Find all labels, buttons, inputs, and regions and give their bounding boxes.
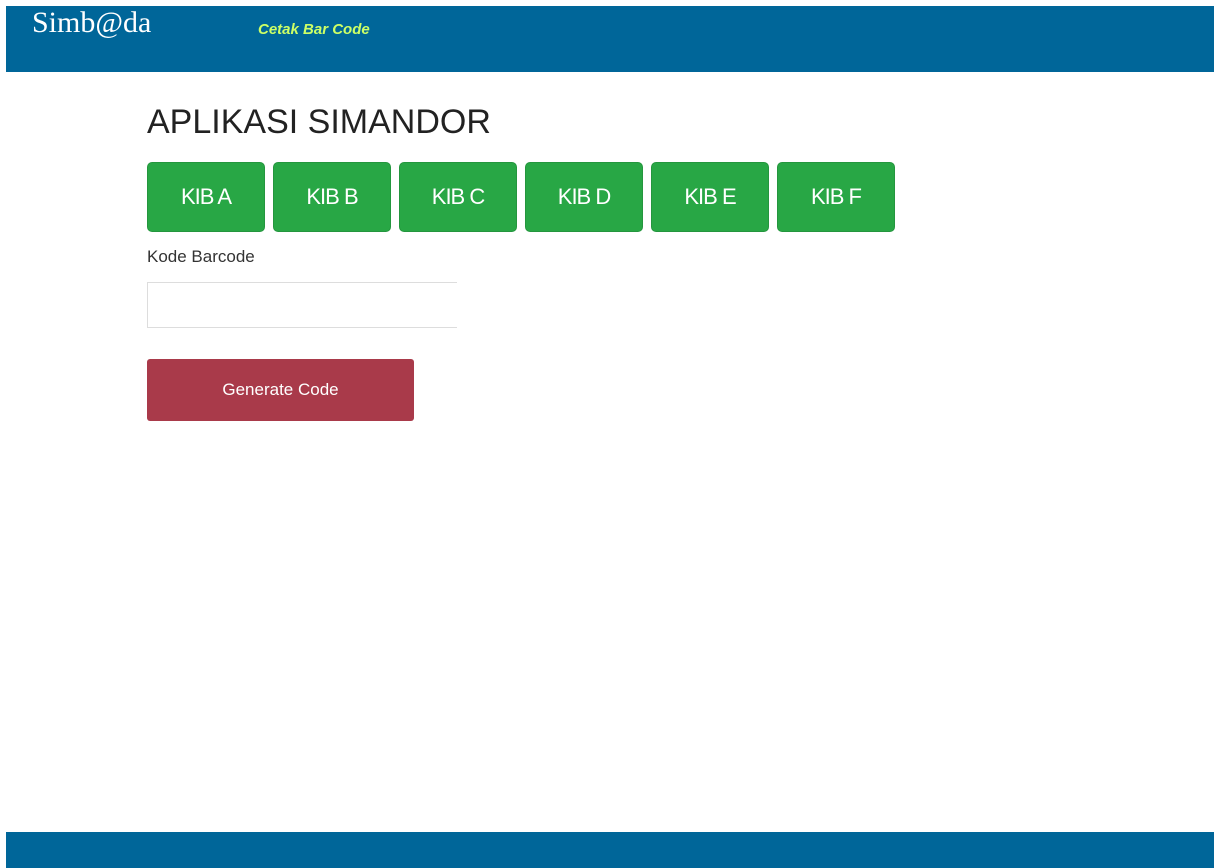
generate-code-button[interactable]: Generate Code [147,359,414,421]
kib-f-button[interactable]: KIB F [777,162,895,232]
barcode-field-label: Kode Barcode [147,247,255,266]
page-title: APLIKASI SIMANDOR [147,103,491,141]
page-subtitle: Cetak Bar Code [258,21,370,38]
bottom-footer-bar [6,832,1214,868]
kib-c-button[interactable]: KIB C [399,162,517,232]
page: Simb@da Cetak Bar Code APLIKASI SIMANDOR… [0,0,1214,868]
kib-b-button[interactable]: KIB B [273,162,391,232]
top-header-bar: Simb@da Cetak Bar Code [6,6,1214,72]
kib-a-button[interactable]: KIB A [147,162,265,232]
brand-logo-text[interactable]: Simb@da [32,6,151,40]
kib-button-group: KIB A KIB B KIB C KIB D KIB E KIB F [147,162,1047,232]
kib-d-button[interactable]: KIB D [525,162,643,232]
kib-e-button[interactable]: KIB E [651,162,769,232]
main-content: APLIKASI SIMANDOR KIB A KIB B KIB C KIB … [147,96,1047,421]
barcode-input[interactable] [147,282,457,328]
